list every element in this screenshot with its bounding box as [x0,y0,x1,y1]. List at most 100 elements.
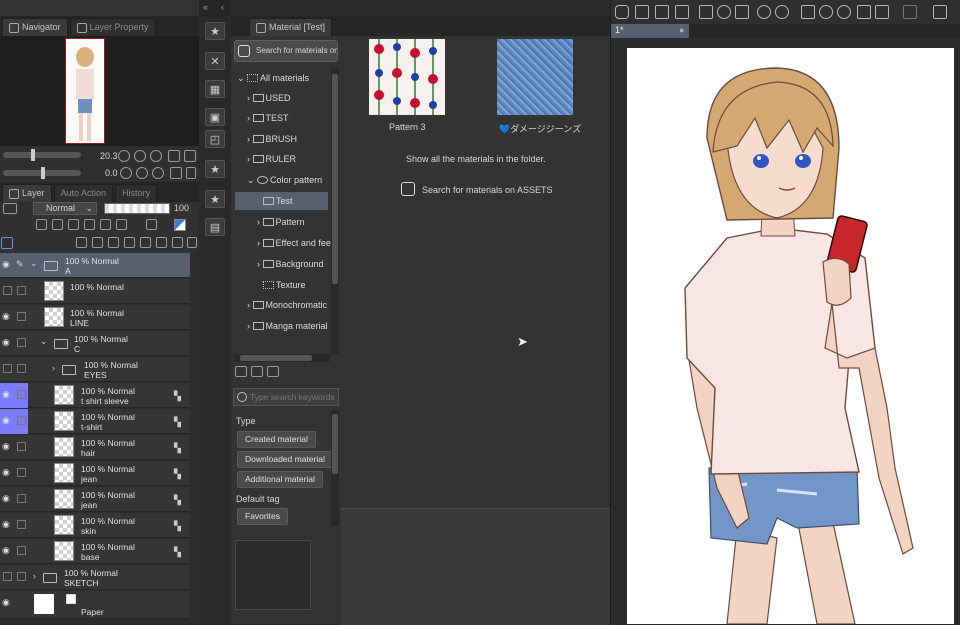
tree-pattern[interactable]: › Pattern [257,212,305,232]
canvas-workspace[interactable] [611,38,960,624]
rotate-slider[interactable] [3,167,81,179]
material-pack-icon[interactable]: ▣ [205,108,225,126]
drawing-canvas[interactable] [627,48,954,624]
window-icon[interactable] [933,5,947,19]
filter-scrollbar[interactable] [331,410,339,526]
rotate-left-icon[interactable] [819,5,833,19]
scroll-thumb[interactable] [332,74,338,284]
tree-color-pattern[interactable]: ⌄ Color pattern [247,170,322,190]
flip-vertical-icon[interactable] [186,167,196,179]
layer-row-sketch[interactable]: › 100 % Normal SKETCH [0,565,190,590]
lock-checkbox[interactable] [17,312,26,321]
visibility-off[interactable] [3,364,12,373]
navigator-view[interactable] [0,36,199,146]
tree-effect[interactable]: › Effect and fee [257,233,331,253]
layer-row-base[interactable]: ◉ 100 % Normal base ▚ [0,539,190,564]
eye-icon[interactable]: ◉ [2,260,12,269]
lock-checkbox[interactable] [17,416,26,425]
material-thumb-damage-jeans[interactable] [497,39,573,115]
redo-icon[interactable] [775,5,789,19]
tree-ruler[interactable]: › RULER [247,149,296,169]
tree-all-materials[interactable]: ⌄ All materials [237,68,309,88]
additional-material-button[interactable]: Additional material [237,471,323,488]
lock-checkbox[interactable] [17,572,26,581]
visibility-off[interactable] [3,286,12,295]
tab-navigator[interactable]: Navigator [2,18,68,36]
material-camera-icon[interactable]: ◰ [205,130,225,148]
clear-layer-icon[interactable] [172,237,183,248]
tree-brush[interactable]: › BRUSH [247,129,297,149]
tab-history[interactable]: History [115,184,158,202]
tree-hscrollbar[interactable] [234,354,330,362]
tree-scrollbar[interactable] [331,68,339,354]
lock-checkbox[interactable] [17,494,26,503]
chevron-down-icon[interactable]: ⌄ [40,336,48,347]
layer-row-paper[interactable]: ◉ Paper [0,591,190,619]
lock-checkbox[interactable] [17,520,26,529]
tree-monochromatic[interactable]: › Monochromatic [247,295,327,315]
clip-icon[interactable] [68,219,79,230]
new-material-folder-icon[interactable] [235,366,247,377]
visibility-off[interactable] [3,572,12,581]
layer-settings-icon[interactable] [903,5,917,19]
material-grid-icon[interactable]: ▦ [205,80,225,98]
zoom-slider[interactable] [3,149,81,161]
material-box-icon[interactable]: ▤ [205,218,225,236]
created-material-button[interactable]: Created material [237,431,316,448]
opacity-bar[interactable] [104,203,170,214]
eye-icon[interactable]: ◉ [2,312,12,321]
tree-used[interactable]: › USED [247,88,291,108]
deselect-icon[interactable] [857,5,871,19]
flip-horizontal-icon[interactable] [170,167,182,179]
lock-checkbox[interactable] [17,546,26,555]
view-fit-icon[interactable] [168,150,180,162]
new-folder-icon[interactable] [108,237,119,248]
reference-layer-icon[interactable] [36,219,47,230]
tree-background[interactable]: › Background [257,254,324,274]
layer-row-eyes[interactable]: › 100 % Normal EYES [0,357,190,382]
layer-row-a[interactable]: ◉ ✎ ⌄ 100 % Normal A [0,253,190,278]
tab-layer-property[interactable]: Layer Property [69,18,156,36]
rotate-right-icon[interactable] [136,167,148,179]
scroll-thumb[interactable] [240,355,312,361]
new-vector-layer-icon[interactable] [92,237,103,248]
chevron-right-icon[interactable]: › [33,571,36,581]
flip-icon[interactable] [184,150,196,162]
add-material-icon[interactable] [251,366,263,377]
delete-layer-icon[interactable] [187,237,197,248]
collapse-left-icon[interactable]: « [203,2,208,12]
canvas-tab[interactable]: 1* ● [611,24,689,38]
layer-row-line[interactable]: ◉ 100 % Normal LINE [0,305,190,330]
assets-icon[interactable] [615,5,629,19]
eye-icon[interactable]: ◉ [2,416,12,425]
undo-icon[interactable] [757,5,771,19]
tree-test-upper[interactable]: › TEST [247,108,289,128]
search-field[interactable] [233,388,339,406]
eye-icon[interactable]: ◉ [2,468,12,477]
layer-row-jean-1[interactable]: ◉ 100 % Normal jean ▚ [0,461,190,486]
chevron-down-icon[interactable]: ⌄ [30,258,38,269]
lock-checkbox[interactable] [17,468,26,477]
eye-icon[interactable]: ◉ [2,338,12,347]
collapse-right-icon[interactable]: ‹ [221,2,224,12]
material-star2-icon[interactable]: ★ [205,160,225,178]
downloaded-material-button[interactable]: Downloaded material [237,451,333,468]
tree-texture[interactable]: Texture [263,275,306,295]
draft-icon[interactable] [146,219,157,230]
material-x-icon[interactable]: ✕ [205,52,225,70]
settings-icon[interactable] [717,5,731,19]
material-thumb-pattern3[interactable] [369,39,445,115]
eye-icon[interactable]: ◉ [2,520,12,529]
lock-checkbox[interactable] [17,364,26,373]
copy-layer-icon[interactable] [140,237,151,248]
assets-link[interactable]: Search for materials on ASSETS [422,185,553,195]
eye-icon[interactable]: ◉ [2,390,12,399]
flip-icon[interactable] [801,5,815,19]
layer-color-swatch[interactable] [174,219,186,231]
chevron-right-icon[interactable]: › [52,363,55,373]
rotate-left-icon[interactable] [120,167,132,179]
lock-icon[interactable] [84,219,95,230]
mask-icon[interactable] [116,219,127,230]
lock-checkbox[interactable] [17,390,26,399]
lock-checkbox[interactable] [17,442,26,451]
